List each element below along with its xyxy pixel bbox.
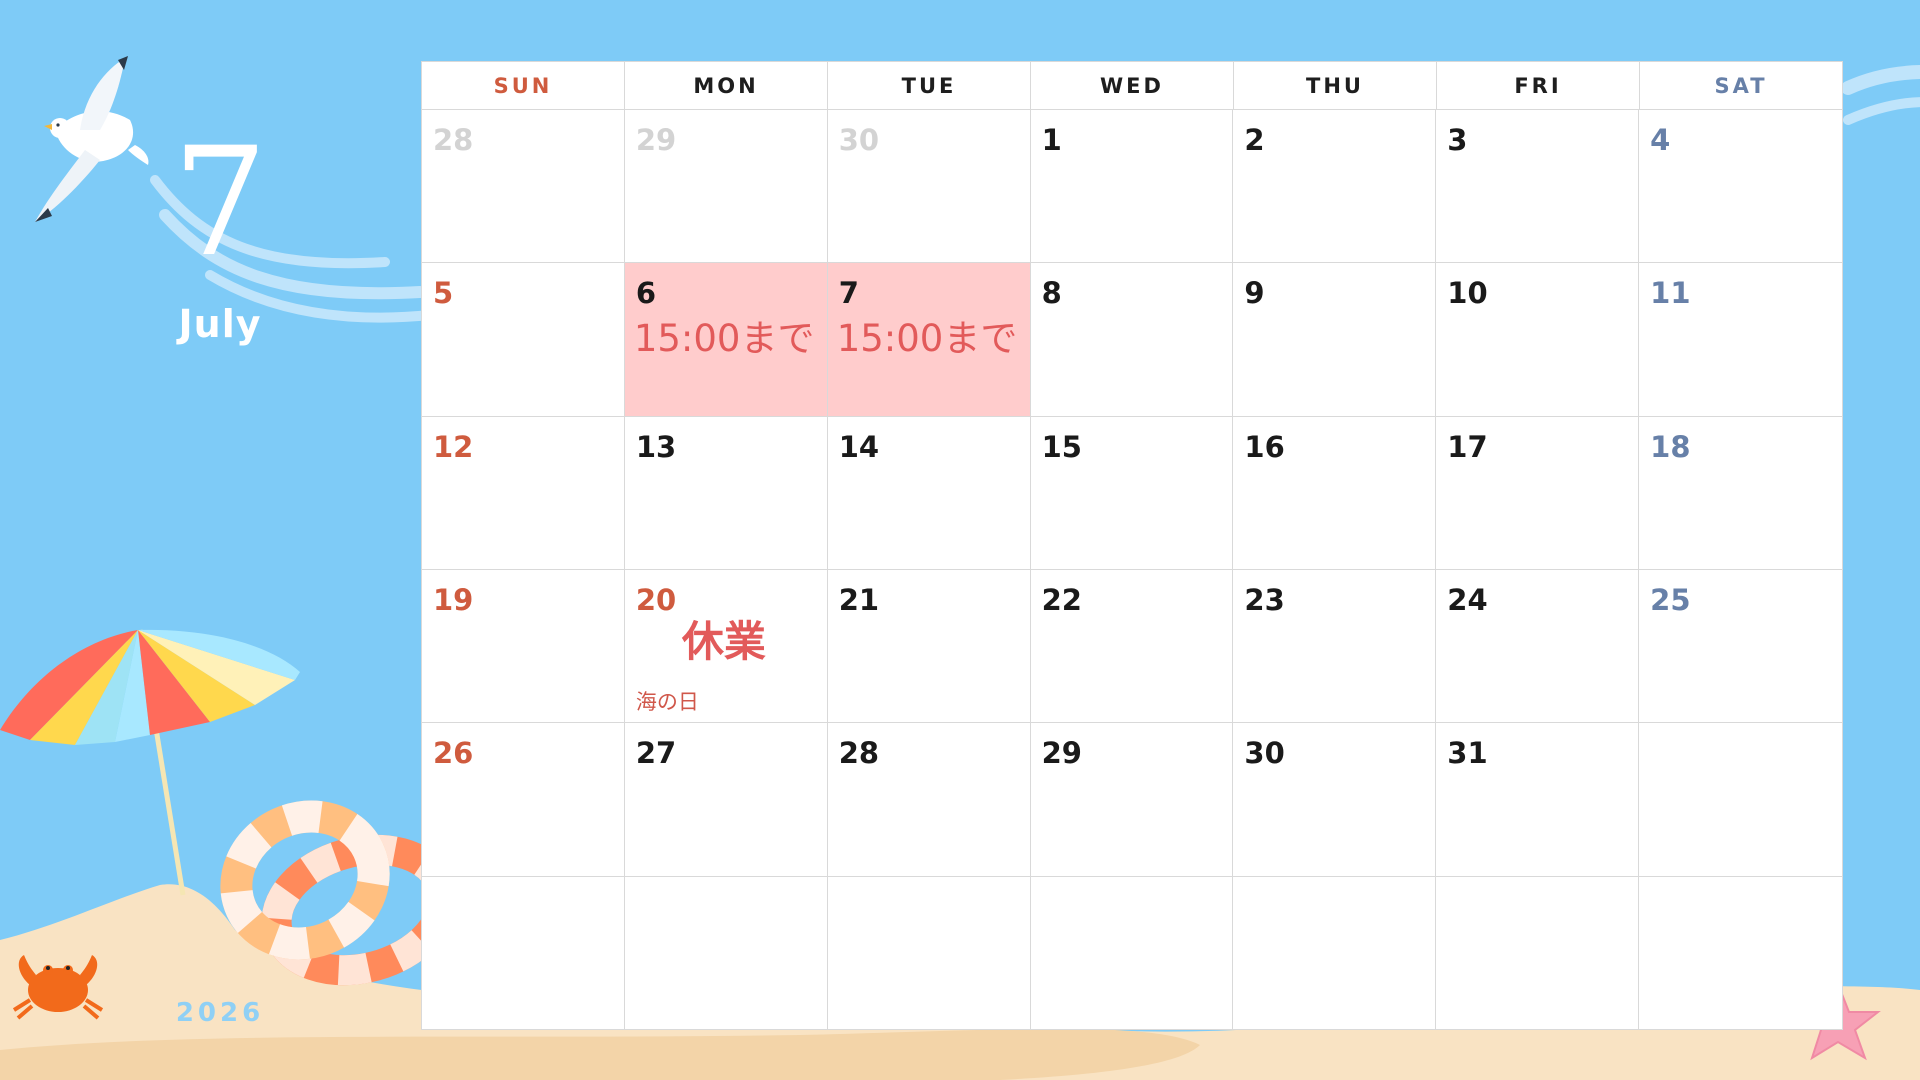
day-cell[interactable]: 7 15:00まで — [827, 263, 1031, 417]
day-number: 22 — [1041, 582, 1082, 617]
day-cell[interactable] — [1233, 876, 1437, 1030]
day-number: 7 — [838, 276, 859, 311]
weekday-header: SUN MON TUE WED THU FRI SAT — [422, 62, 1842, 110]
day-cell[interactable]: 3 — [1436, 110, 1640, 264]
day-cell[interactable] — [1031, 876, 1234, 1030]
day-number: 27 — [635, 736, 677, 771]
weekday-tue: TUE — [828, 62, 1031, 109]
day-cell[interactable]: 4 — [1639, 110, 1842, 264]
day-cell[interactable]: 21 — [827, 569, 1031, 724]
day-number: 4 — [1650, 123, 1671, 157]
day-number: 13 — [635, 429, 677, 464]
day-number: 26 — [433, 736, 474, 771]
day-number: 21 — [838, 582, 880, 617]
day-note: 15:00まで — [633, 317, 815, 361]
day-cell[interactable]: 29 — [1030, 723, 1234, 877]
day-cell[interactable]: 15 — [1030, 416, 1234, 570]
weekday-fri: FRI — [1437, 62, 1640, 109]
day-cell[interactable]: 28 — [827, 723, 1031, 877]
day-number: 11 — [1650, 276, 1691, 311]
day-number: 5 — [433, 276, 454, 311]
day-number: 29 — [1041, 736, 1082, 771]
weekday-wed: WED — [1031, 62, 1234, 109]
day-number: 1 — [1041, 123, 1062, 157]
day-number: 16 — [1244, 429, 1285, 464]
day-number: 2 — [1244, 123, 1265, 157]
day-cell[interactable]: 29 — [624, 110, 828, 264]
holiday-label: 海の日 — [635, 689, 699, 714]
day-cell[interactable]: 16 — [1233, 416, 1437, 570]
day-number: 12 — [433, 429, 474, 464]
day-cell[interactable]: 19 — [422, 569, 625, 724]
day-number: 28 — [838, 736, 880, 771]
day-number: 10 — [1447, 276, 1488, 311]
day-cell[interactable] — [1639, 723, 1842, 877]
day-cell[interactable]: 20 休業海の日 — [624, 569, 828, 724]
day-cell[interactable]: 10 — [1436, 263, 1640, 417]
day-number: 17 — [1447, 429, 1488, 464]
day-cell[interactable]: 13 — [624, 416, 828, 570]
day-number: 19 — [433, 582, 474, 617]
day-cell[interactable]: 9 — [1233, 263, 1437, 417]
day-number: 30 — [1244, 736, 1285, 771]
day-number: 8 — [1041, 276, 1062, 311]
day-cell[interactable] — [828, 876, 1031, 1030]
calendar-grid: SUN MON TUE WED THU FRI SAT 28 29 30 1 2 3 4 5 6… — [421, 61, 1843, 1030]
year-label: 2026 — [175, 998, 265, 1028]
day-number: 9 — [1244, 276, 1265, 311]
day-number: 31 — [1447, 736, 1488, 771]
day-cell[interactable]: 25 — [1639, 570, 1842, 724]
day-number: 29 — [635, 123, 677, 157]
day-grid: 28 29 30 1 2 3 4 5 6 15:00まで 7 15:00まで 8 9 10 11 12 13 14 1… — [422, 110, 1842, 1030]
day-cell[interactable]: 8 — [1030, 263, 1234, 417]
day-number: 24 — [1447, 582, 1488, 617]
day-cell[interactable]: 31 — [1436, 723, 1640, 877]
month-name: July — [178, 302, 262, 346]
day-number: 15 — [1041, 429, 1082, 464]
day-cell[interactable]: 23 — [1233, 569, 1437, 724]
day-cell[interactable]: 18 — [1639, 417, 1842, 570]
month-number: 7 — [172, 116, 268, 290]
day-cell[interactable]: 14 — [827, 416, 1031, 570]
day-cell[interactable]: 24 — [1436, 569, 1640, 724]
day-cell[interactable]: 12 — [422, 416, 625, 570]
day-cell[interactable]: 30 — [827, 110, 1031, 264]
day-cell[interactable]: 30 — [1233, 723, 1437, 877]
weekday-mon: MON — [625, 62, 828, 109]
day-cell[interactable] — [1436, 876, 1640, 1030]
day-cell[interactable]: 28 — [422, 110, 625, 264]
day-cell[interactable]: 1 — [1030, 110, 1234, 264]
beach-umbrella-illustration — [0, 629, 300, 745]
day-cell[interactable]: 2 — [1233, 110, 1437, 264]
seagull-illustration — [35, 56, 149, 222]
day-cell[interactable]: 17 — [1436, 416, 1640, 570]
day-cell[interactable]: 22 — [1030, 569, 1234, 724]
day-cell[interactable] — [625, 876, 828, 1030]
day-cell[interactable]: 6 15:00まで — [624, 263, 828, 417]
day-number: 6 — [635, 276, 657, 311]
day-number: 30 — [838, 123, 880, 157]
day-number: 25 — [1650, 582, 1691, 617]
day-number: 18 — [1650, 429, 1691, 464]
day-cell[interactable]: 11 — [1639, 263, 1842, 417]
weekday-sun: SUN — [422, 62, 625, 109]
weekday-thu: THU — [1234, 62, 1437, 109]
day-cell[interactable]: 26 — [422, 723, 625, 877]
day-cell[interactable]: 27 — [624, 723, 828, 877]
day-note: 15:00まで — [836, 317, 1018, 361]
day-number: 20 — [635, 582, 677, 617]
day-number: 14 — [838, 429, 880, 464]
day-note: 休業 — [681, 616, 766, 666]
day-cell[interactable]: 5 — [422, 263, 625, 417]
day-cell[interactable] — [1639, 877, 1842, 1030]
day-number: 28 — [433, 123, 474, 157]
day-cell[interactable] — [422, 876, 625, 1030]
weekday-sat: SAT — [1714, 73, 1768, 98]
day-number: 23 — [1244, 582, 1285, 617]
day-number: 3 — [1447, 123, 1468, 157]
wind-streaks-right — [1841, 65, 1920, 125]
